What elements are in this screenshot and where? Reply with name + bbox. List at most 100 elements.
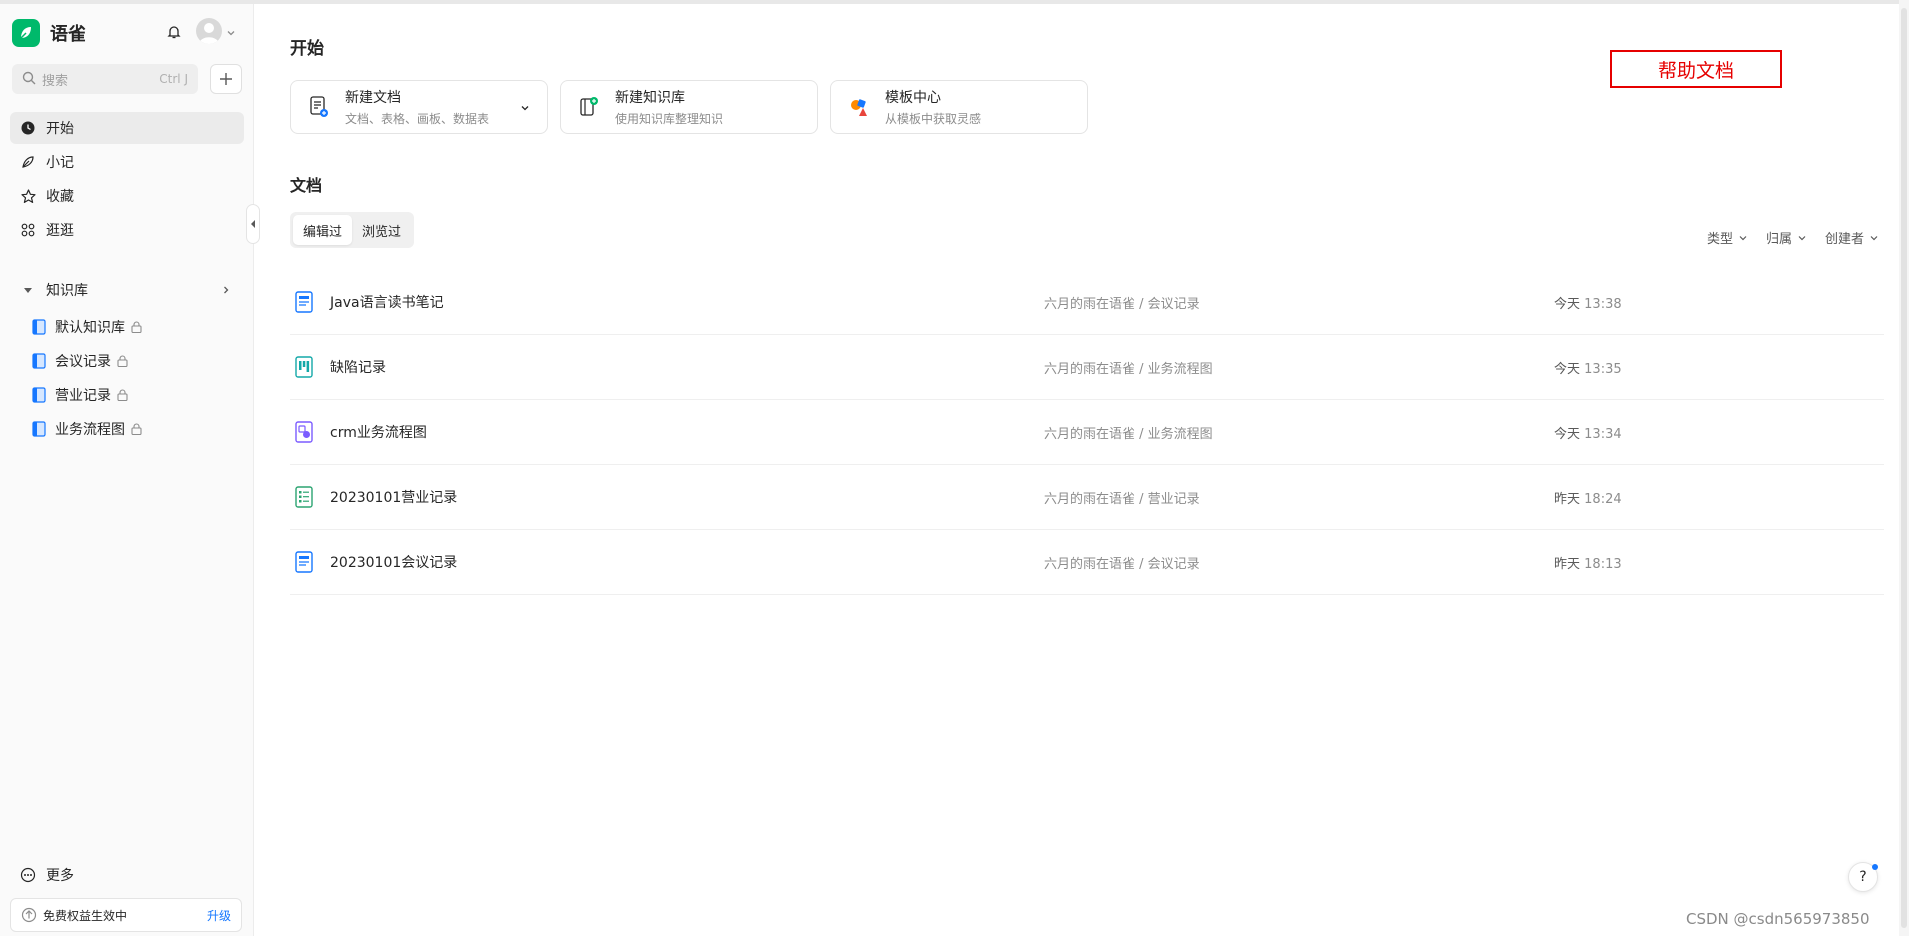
arrow-up-circle-icon	[21, 907, 37, 923]
doc-path[interactable]: 六月的雨在语雀 / 会议记录	[1044, 293, 1200, 312]
table-row[interactable]: 20230101会议记录 六月的雨在语雀 / 会议记录 昨天 18:13	[290, 530, 1884, 595]
search-placeholder: 搜索	[42, 73, 69, 89]
search-shortcut: Ctrl J	[159, 72, 188, 86]
doc-day: 今天	[1554, 296, 1581, 312]
new-document-card[interactable]: 新建文档 文档、表格、画板、数据表	[290, 80, 548, 134]
book-icon	[32, 353, 46, 369]
knowledge-base-item[interactable]: 营业记录	[28, 378, 244, 412]
knowledge-base-item[interactable]: 业务流程图	[28, 412, 244, 446]
tab-viewed[interactable]: 浏览过	[352, 215, 411, 245]
chevron-down-icon	[1798, 235, 1806, 240]
doc-path[interactable]: 六月的雨在语雀 / 营业记录	[1044, 488, 1200, 507]
lock-icon	[131, 321, 142, 333]
knowledge-base-item[interactable]: 会议记录	[28, 344, 244, 378]
table-row[interactable]: Java语言读书笔记 六月的雨在语雀 / 会议记录 今天 13:38	[290, 270, 1884, 335]
table-row[interactable]: crm业务流程图 六月的雨在语雀 / 业务流程图 今天 13:34	[290, 400, 1884, 465]
tab-edited[interactable]: 编辑过	[293, 215, 353, 245]
add-button[interactable]	[210, 64, 242, 94]
chevron-down-icon	[1870, 235, 1878, 240]
sheet-icon	[295, 486, 313, 508]
doc-day: 昨天	[1554, 491, 1581, 507]
doc-time: 昨天 18:13	[1554, 553, 1622, 572]
table-row[interactable]: 20230101营业记录 六月的雨在语雀 / 营业记录 昨天 18:24	[290, 465, 1884, 530]
knowledge-base-item-label: 营业记录	[55, 388, 111, 404]
lock-icon	[117, 355, 128, 367]
doc-title[interactable]: 缺陷记录	[330, 357, 386, 377]
filter-label: 归属	[1765, 232, 1792, 247]
more-icon	[20, 867, 36, 883]
brand[interactable]: 语雀	[12, 18, 86, 48]
sidebar-item-label: 开始	[46, 121, 74, 137]
notification-dot	[1872, 864, 1878, 870]
book-icon	[32, 387, 46, 403]
doc-time: 今天 13:34	[1554, 423, 1622, 442]
bell-icon[interactable]	[164, 22, 184, 42]
caret-down-icon[interactable]	[20, 282, 36, 298]
sidebar-item-start[interactable]: 开始	[10, 112, 244, 144]
quick-actions: 新建文档 文档、表格、画板、数据表 新建知识库 使用知识库整理知识 模板中心 从…	[290, 80, 1088, 134]
avatar[interactable]	[196, 18, 222, 44]
plus-icon	[220, 73, 232, 85]
doc-day: 今天	[1554, 361, 1581, 377]
benefit-banner: 免费权益生效中 升级	[10, 898, 242, 932]
filter-creator[interactable]: 创建者	[1825, 228, 1879, 247]
template-icon	[845, 93, 873, 121]
more-label: 更多	[46, 868, 74, 884]
knowledge-base-header[interactable]: 知识库	[10, 274, 244, 306]
card-subtitle: 使用知识库整理知识	[615, 112, 724, 126]
grid-icon	[20, 222, 36, 238]
doc-icon	[295, 291, 313, 313]
template-center-card[interactable]: 模板中心 从模板中获取灵感	[830, 80, 1088, 134]
doc-path[interactable]: 六月的雨在语雀 / 会议记录	[1044, 553, 1200, 572]
doc-path[interactable]: 六月的雨在语雀 / 业务流程图	[1044, 423, 1213, 442]
card-subtitle: 从模板中获取灵感	[885, 112, 982, 126]
knowledge-base-item-label: 默认知识库	[55, 320, 125, 336]
doc-day: 昨天	[1554, 556, 1581, 572]
knowledge-base-item[interactable]: 默认知识库	[28, 310, 244, 344]
main-content: 开始 新建文档 文档、表格、画板、数据表 新建知识库 使用知识库整理知识 模板中…	[254, 4, 1909, 936]
knowledge-base-item-label: 业务流程图	[55, 422, 125, 438]
chevron-right-icon[interactable]	[220, 284, 232, 296]
chevron-down-icon[interactable]	[519, 102, 531, 114]
card-title: 模板中心	[885, 90, 941, 106]
doc-title[interactable]: 20230101营业记录	[330, 487, 457, 507]
chevron-down-icon[interactable]	[225, 24, 237, 36]
lock-icon	[131, 423, 142, 435]
sidebar-item-label: 小记	[46, 155, 74, 171]
doc-icon	[295, 551, 313, 573]
board-icon	[295, 356, 313, 378]
doc-title[interactable]: Java语言读书笔记	[330, 292, 444, 312]
watermark: CSDN @csdn565973850	[1686, 910, 1870, 928]
knowledge-base-label: 知识库	[46, 283, 88, 299]
card-title: 新建文档	[345, 90, 401, 106]
doc-clock: 13:35	[1584, 361, 1622, 377]
scrollbar-thumb[interactable]	[1901, 8, 1907, 928]
doc-time: 昨天 18:24	[1554, 488, 1622, 507]
knowledge-base-list: 默认知识库 会议记录 营业记录 业务流程图	[28, 310, 244, 446]
new-knowledge-base-icon	[575, 93, 603, 121]
document-list: Java语言读书笔记 六月的雨在语雀 / 会议记录 今天 13:38 缺陷记录 …	[290, 270, 1884, 595]
doc-clock: 18:13	[1584, 556, 1622, 572]
doc-path[interactable]: 六月的雨在语雀 / 业务流程图	[1044, 358, 1213, 377]
more-button[interactable]: 更多	[10, 860, 244, 890]
sidebar: 语雀 搜索 Ctrl J 开始 小记 收藏 逛逛 知识库 默认知识库 会议记录 …	[0, 4, 254, 936]
sidebar-item-favorites[interactable]: 收藏	[10, 180, 244, 212]
filter-type[interactable]: 类型	[1707, 228, 1748, 247]
clock-icon	[20, 120, 36, 136]
new-knowledge-base-card[interactable]: 新建知识库 使用知识库整理知识	[560, 80, 818, 134]
sidebar-item-label: 逛逛	[46, 223, 74, 239]
doc-title[interactable]: 20230101会议记录	[330, 552, 457, 572]
sidebar-item-notes[interactable]: 小记	[10, 146, 244, 178]
upgrade-link[interactable]: 升级	[207, 907, 231, 924]
doc-title[interactable]: crm业务流程图	[330, 422, 427, 442]
filter-owner[interactable]: 归属	[1766, 228, 1807, 247]
doc-clock: 13:38	[1584, 296, 1622, 312]
sidebar-item-label: 收藏	[46, 189, 74, 205]
sidebar-item-explore[interactable]: 逛逛	[10, 214, 244, 246]
search-input[interactable]: 搜索 Ctrl J	[12, 64, 198, 94]
drawing-icon	[295, 421, 313, 443]
table-row[interactable]: 缺陷记录 六月的雨在语雀 / 业务流程图 今天 13:35	[290, 335, 1884, 400]
sidebar-nav: 开始 小记 收藏 逛逛	[10, 112, 244, 248]
doc-clock: 13:34	[1584, 426, 1622, 442]
feather-icon	[20, 154, 36, 170]
